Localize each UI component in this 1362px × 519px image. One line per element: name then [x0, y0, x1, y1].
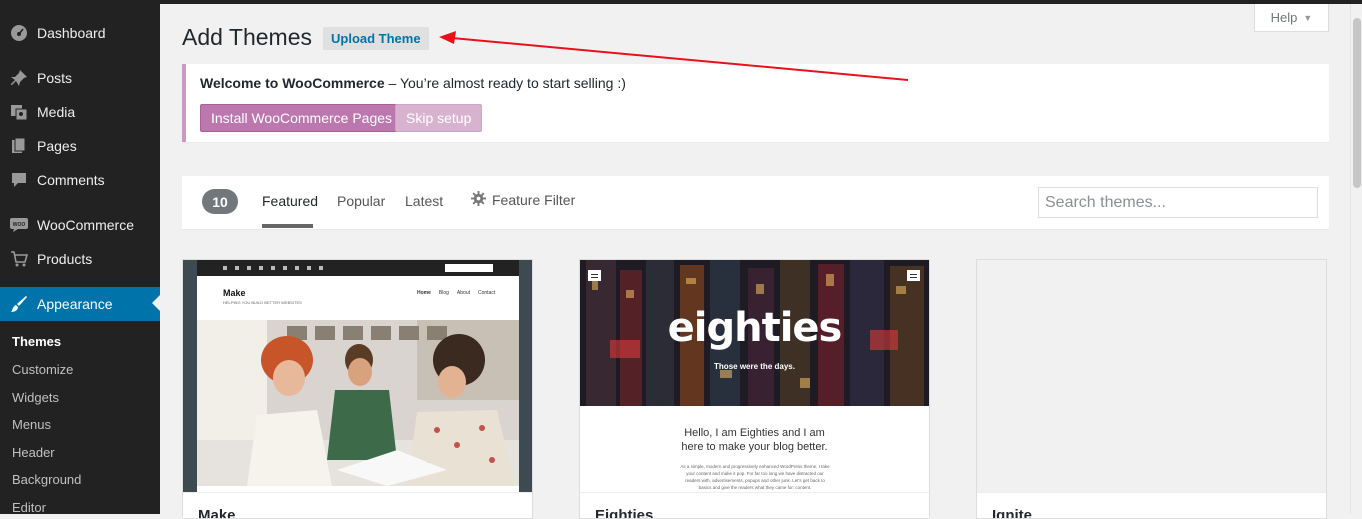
- submenu-menus[interactable]: Menus: [12, 417, 51, 432]
- gear-icon: [471, 191, 486, 209]
- pin-icon: [9, 68, 29, 88]
- sidebar-item-label: Products: [37, 251, 93, 267]
- sidebar-item-posts[interactable]: Posts: [0, 61, 160, 95]
- media-icon: [9, 102, 29, 122]
- post-format-icon: [588, 270, 601, 281]
- cart-icon: [9, 249, 29, 269]
- sidebar-item-dashboard[interactable]: Dashboard: [0, 16, 160, 50]
- theme-name: Ignite: [992, 507, 1032, 519]
- tab-popular[interactable]: Popular: [337, 193, 385, 209]
- make-preview-nav: Home Blog About Contact: [417, 290, 496, 296]
- make-preview-frame: Make HELPING YOU BUILD BETTER WEBSITES H…: [183, 260, 532, 492]
- sidebar-item-comments[interactable]: Comments: [0, 163, 160, 197]
- theme-count-badge: 10: [202, 189, 238, 214]
- sidebar-item-pages[interactable]: Pages: [0, 129, 160, 163]
- submenu-editor[interactable]: Editor: [12, 500, 46, 515]
- admin-top-bar: [0, 0, 1362, 4]
- notice-message: Welcome to WooCommerce – You’re almost r…: [200, 75, 626, 91]
- upload-theme-button[interactable]: Upload Theme: [323, 27, 429, 50]
- skip-setup-button[interactable]: Skip setup: [395, 104, 483, 132]
- sidebar-item-label: WooCommerce: [37, 217, 134, 233]
- sidebar-item-woocommerce[interactable]: WOO WooCommerce: [0, 208, 160, 242]
- sidebar-item-products[interactable]: Products: [0, 242, 160, 276]
- theme-screenshot: Make HELPING YOU BUILD BETTER WEBSITES H…: [183, 260, 532, 492]
- woocommerce-notice: Welcome to WooCommerce – You’re almost r…: [182, 64, 1329, 142]
- theme-card-eighties[interactable]: eighties Those were the days. Hello, I a…: [579, 259, 930, 519]
- search-themes-input[interactable]: [1038, 187, 1318, 218]
- feature-filter-label: Feature Filter: [492, 192, 576, 208]
- submenu-header[interactable]: Header: [12, 445, 55, 460]
- theme-screenshot: [977, 260, 1326, 492]
- active-tab-indicator: [262, 224, 313, 228]
- theme-name: Make: [198, 507, 236, 519]
- comment-icon: [9, 170, 29, 190]
- submenu-themes[interactable]: Themes: [12, 334, 61, 349]
- woo-icon: WOO: [9, 215, 29, 235]
- page-title: Add Themes: [182, 24, 312, 50]
- eighties-preview-hello: Hello, I am Eighties and I am here to ma…: [681, 427, 828, 453]
- theme-filter-bar: 10 Featured Popular Latest Feature Filte…: [182, 176, 1329, 229]
- tab-featured[interactable]: Featured: [262, 193, 318, 209]
- theme-screenshot: eighties Those were the days. Hello, I a…: [580, 260, 929, 492]
- sidebar-item-appearance[interactable]: Appearance: [0, 287, 160, 321]
- tab-latest[interactable]: Latest: [405, 193, 443, 209]
- brush-icon: [9, 294, 29, 314]
- pages-icon: [9, 136, 29, 156]
- sidebar-item-label: Dashboard: [37, 25, 106, 41]
- notice-text: – You’re almost ready to start selling :…: [384, 75, 626, 91]
- submenu-background[interactable]: Background: [12, 472, 81, 487]
- make-preview-social-bar: [197, 260, 519, 276]
- notice-title: Welcome to WooCommerce: [200, 75, 385, 91]
- submenu-customize[interactable]: Customize: [12, 362, 73, 377]
- post-format-icon: [907, 270, 920, 281]
- eighties-preview-title: eighties: [667, 305, 843, 351]
- make-preview-site: Make HELPING YOU BUILD BETTER WEBSITES H…: [197, 276, 519, 492]
- sidebar-item-label: Posts: [37, 70, 73, 86]
- scrollbar-thumb[interactable]: [1353, 18, 1361, 188]
- sidebar-item-label: Appearance: [37, 296, 113, 312]
- make-preview-photo: [197, 320, 519, 486]
- make-preview-tagline: HELPING YOU BUILD BETTER WEBSITES: [223, 300, 302, 305]
- svg-text:WOO: WOO: [13, 222, 26, 228]
- theme-name: Eighties: [595, 507, 654, 519]
- sidebar-item-media[interactable]: Media: [0, 95, 160, 129]
- eighties-preview-text: As a simple, modern and progressively en…: [680, 464, 830, 490]
- theme-card-make[interactable]: Make HELPING YOU BUILD BETTER WEBSITES H…: [182, 259, 533, 519]
- install-woocommerce-pages-button[interactable]: Install WooCommerce Pages: [200, 104, 404, 132]
- help-label: Help: [1270, 10, 1298, 25]
- help-tab[interactable]: Help ▼: [1254, 4, 1329, 32]
- dashboard-icon: [9, 23, 29, 43]
- submenu-widgets[interactable]: Widgets: [12, 390, 59, 405]
- theme-card-ignite[interactable]: Ignite: [976, 259, 1327, 519]
- eighties-preview-body: Hello, I am Eighties and I am here to ma…: [580, 406, 929, 492]
- sidebar-item-label: Pages: [37, 138, 77, 154]
- eighties-preview-header: eighties Those were the days.: [580, 260, 929, 406]
- eighties-preview-subtitle: Those were the days.: [714, 362, 795, 371]
- feature-filter-button[interactable]: Feature Filter: [471, 191, 575, 209]
- caret-down-icon: ▼: [1303, 12, 1313, 23]
- make-preview-logo: Make: [223, 288, 246, 298]
- admin-sidebar: Dashboard Posts Media Pages Comments WOO…: [0, 4, 160, 515]
- sidebar-item-label: Comments: [37, 172, 105, 188]
- sidebar-item-label: Media: [37, 104, 76, 120]
- page-scrollbar[interactable]: [1350, 4, 1362, 514]
